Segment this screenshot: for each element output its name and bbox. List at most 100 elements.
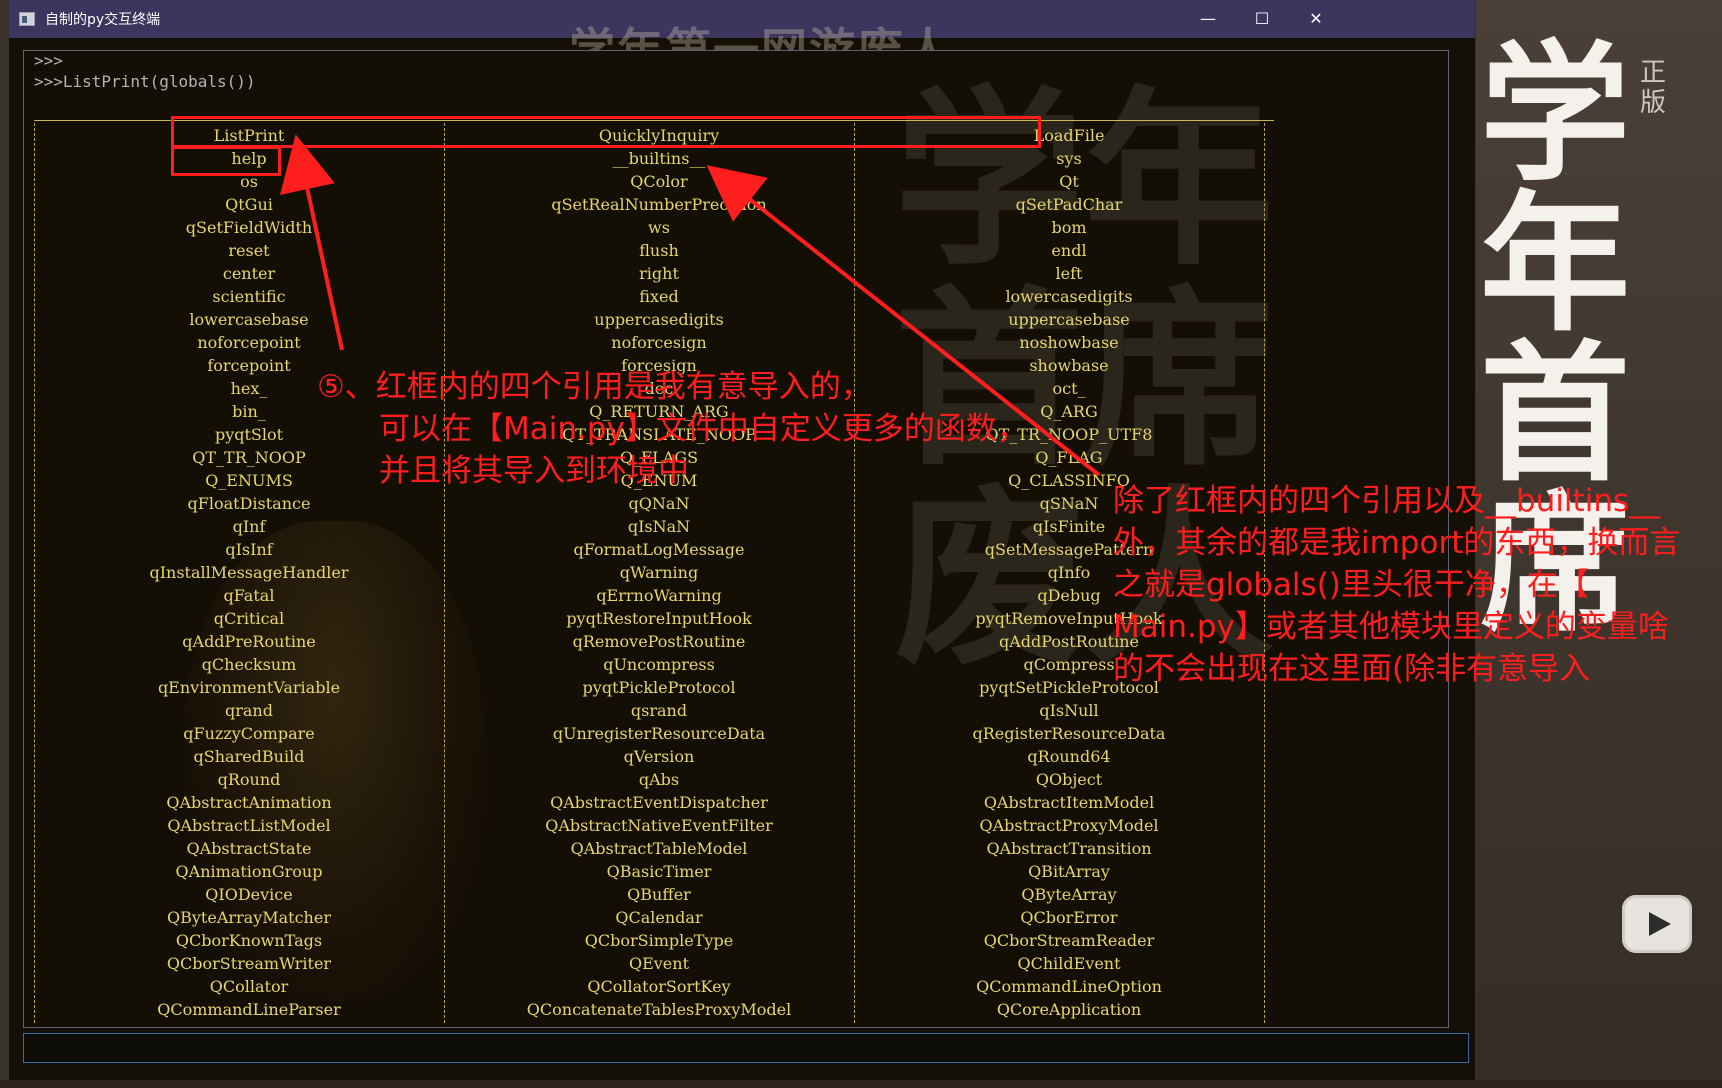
global-name-cell: QChildEvent bbox=[1017, 954, 1121, 973]
highlight-box-help bbox=[171, 146, 281, 176]
global-name-cell: QAbstractEventDispatcher bbox=[550, 793, 768, 812]
annotation-left-line-3: 并且将其导入到环境中 bbox=[379, 453, 689, 489]
table-row: qrand qsrand qIsNull bbox=[44, 699, 1274, 722]
table-row: QAbstractListModel QAbstractNativeEventFi… bbox=[44, 814, 1274, 837]
minimize-icon[interactable]: — bbox=[1179, 0, 1237, 38]
global-name-cell: noforcesign bbox=[611, 333, 707, 352]
table-row: scientific fixed lowercasedigits bbox=[44, 285, 1274, 308]
table-row: qInstallMessageHandler qWarning qInfo bbox=[44, 561, 1274, 584]
terminal-app-icon bbox=[19, 12, 35, 26]
table-row: qSharedBuild qVersion qRound64 bbox=[44, 745, 1274, 768]
maximize-icon[interactable]: ☐ bbox=[1233, 0, 1291, 38]
global-name-cell: qAbs bbox=[638, 770, 680, 789]
annotation-right-line-5: 的不会出现在这里面(除非有意导入 bbox=[1113, 651, 1591, 687]
global-name-cell: oct_ bbox=[1052, 379, 1086, 398]
global-name-cell: uppercasedigits bbox=[594, 310, 724, 329]
terminal-window: 自制的py交互终端 学年第一网游废人 — ☐ ✕ 学年首席废人 >>> >>>L… bbox=[8, 0, 1680, 1080]
global-name-cell: QByteArray bbox=[1021, 885, 1117, 904]
global-name-cell: QCborSimpleType bbox=[584, 931, 734, 950]
global-name-cell: QByteArrayMatcher bbox=[167, 908, 331, 927]
table-row: QByteArrayMatcher QCalendar QCborError bbox=[44, 906, 1274, 929]
global-name-cell: QAbstractState bbox=[186, 839, 312, 858]
prompt-line-command: >>>ListPrint(globals()) bbox=[34, 72, 256, 91]
global-name-cell: QAbstractListModel bbox=[167, 816, 331, 835]
close-icon[interactable]: ✕ bbox=[1287, 0, 1345, 38]
table-row: QCborStreamWriter QEvent QChildEvent bbox=[44, 952, 1274, 975]
global-name-cell: qIsInf bbox=[225, 540, 273, 559]
annotation-right-line-4: Main.py】或者其他模块里定义的变量啥 bbox=[1113, 609, 1669, 645]
table-row: qFatal qErrnoWarning qDebug bbox=[44, 584, 1274, 607]
global-name-cell: qrand bbox=[225, 701, 273, 720]
annotation-left-line-2: 可以在【Main.py】文件中自定义更多的函数， bbox=[379, 411, 1028, 447]
table-row: QCommandLineParser QConcatenateTablesProx… bbox=[44, 998, 1274, 1021]
table-row: QAbstractState QAbstractTableModel QAbstra… bbox=[44, 837, 1274, 860]
table-row: QCborKnownTags QCborSimpleType QCborStream… bbox=[44, 929, 1274, 952]
global-name-cell: __builtins__ bbox=[612, 149, 706, 168]
table-row: QAnimationGroup QBasicTimer QBitArray bbox=[44, 860, 1274, 883]
table-row: QtGui qSetRealNumberPrecision qSetPadChar bbox=[44, 193, 1274, 216]
global-name-cell: QAbstractProxyModel bbox=[979, 816, 1159, 835]
global-name-cell: QColor bbox=[630, 172, 688, 191]
global-name-cell: QAbstractTransition bbox=[986, 839, 1152, 858]
global-name-cell: QEvent bbox=[628, 954, 690, 973]
table-row: center right left bbox=[44, 262, 1274, 285]
global-name-cell: QAbstractItemModel bbox=[983, 793, 1155, 812]
global-name-cell: pyqtPickleProtocol bbox=[582, 678, 736, 697]
table-row: qAddPreRoutine qRemovePostRoutine qAddPost… bbox=[44, 630, 1274, 653]
global-name-cell: QAnimationGroup bbox=[175, 862, 323, 881]
global-name-cell: scientific bbox=[212, 287, 286, 306]
global-name-cell: QAbstractNativeEventFilter bbox=[545, 816, 773, 835]
global-name-cell: flush bbox=[639, 241, 679, 260]
global-name-cell: Qt bbox=[1059, 172, 1079, 191]
global-name-cell: qSetPadChar bbox=[1015, 195, 1123, 214]
global-name-cell: qFuzzyCompare bbox=[183, 724, 315, 743]
global-name-cell: right bbox=[639, 264, 679, 283]
global-name-cell: qSetRealNumberPrecision bbox=[551, 195, 767, 214]
global-name-cell: qErrnoWarning bbox=[596, 586, 722, 605]
global-name-cell: QCoreApplication bbox=[996, 1000, 1142, 1019]
global-name-cell: qFatal bbox=[223, 586, 275, 605]
table-row: qRound qAbs QObject bbox=[44, 768, 1274, 791]
global-name-cell: noforcepoint bbox=[197, 333, 301, 352]
global-name-cell: qRound bbox=[217, 770, 281, 789]
global-name-cell: QCborError bbox=[1020, 908, 1118, 927]
global-name-cell: qSharedBuild bbox=[193, 747, 305, 766]
global-name-cell: bom bbox=[1051, 218, 1087, 237]
global-name-cell: QBasicTimer bbox=[606, 862, 712, 881]
global-name-cell: qIsNull bbox=[1039, 701, 1099, 720]
global-name-cell: QBitArray bbox=[1028, 862, 1110, 881]
bottom-strip bbox=[0, 1080, 1722, 1088]
table-row: qFloatDistance qQNaN qSNaN bbox=[44, 492, 1274, 515]
title-bar[interactable]: 自制的py交互终端 学年第一网游废人 — ☐ ✕ bbox=[9, 0, 1475, 77]
global-name-cell: QConcatenateTablesProxyModel bbox=[526, 1000, 792, 1019]
table-row: lowercasebase uppercasedigits uppercasebas… bbox=[44, 308, 1274, 331]
global-name-cell: QBuffer bbox=[627, 885, 691, 904]
table-row: QIODevice QBuffer QByteArray bbox=[44, 883, 1274, 906]
global-name-cell: QIODevice bbox=[205, 885, 293, 904]
global-name-cell: qIsNaN bbox=[627, 517, 691, 536]
window-title: 自制的py交互终端 bbox=[45, 12, 161, 28]
global-name-cell: center bbox=[222, 264, 276, 283]
global-name-cell: uppercasebase bbox=[1008, 310, 1130, 329]
annotation-left-line-1: ⑤、红框内的四个引用是我有意导入的， bbox=[317, 369, 872, 405]
global-name-cell: qFormatLogMessage bbox=[573, 540, 745, 559]
global-name-cell: fixed bbox=[639, 287, 679, 306]
global-name-cell: qAddPreRoutine bbox=[182, 632, 316, 651]
global-name-cell: QAbstractTableModel bbox=[570, 839, 748, 858]
global-name-cell: ws bbox=[648, 218, 670, 237]
global-name-cell: lowercasebase bbox=[189, 310, 309, 329]
global-name-cell: qChecksum bbox=[201, 655, 297, 674]
global-name-cell: QCommandLineParser bbox=[157, 1000, 341, 1019]
command-input[interactable] bbox=[23, 1033, 1469, 1063]
global-name-cell: qInf bbox=[232, 517, 266, 536]
global-name-cell: qRemovePostRoutine bbox=[572, 632, 746, 651]
edition-watermark: 正版 bbox=[1640, 58, 1667, 118]
table-row: qCritical pyqtRestoreInputHook pyqtRemoveI… bbox=[44, 607, 1274, 630]
global-name-cell: QCalendar bbox=[615, 908, 703, 927]
global-name-cell: QCollator bbox=[209, 977, 289, 996]
table-row: qSetFieldWidth ws bom bbox=[44, 216, 1274, 239]
global-name-cell: noshowbase bbox=[1019, 333, 1119, 352]
global-name-cell: QCborKnownTags bbox=[175, 931, 323, 950]
table-row: noforcepoint noforcesign noshowbase bbox=[44, 331, 1274, 354]
play-logo-icon[interactable] bbox=[1622, 895, 1692, 953]
